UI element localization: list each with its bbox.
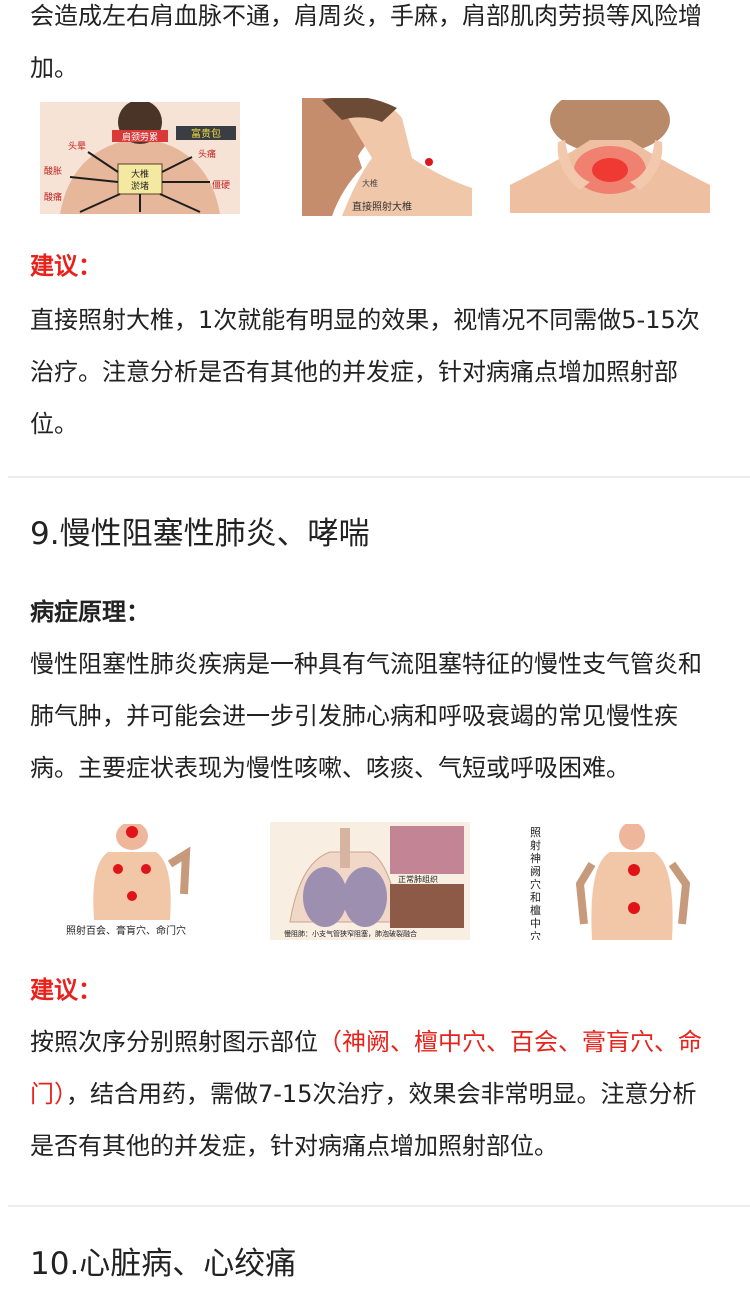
svg-text:大椎: 大椎 xyxy=(362,178,378,188)
svg-text:淤堵: 淤堵 xyxy=(131,180,149,192)
intro-line-1: 会造成左右肩血脉不通，肩周炎，手麻，肩部肌肉劳损等风险增 xyxy=(30,2,702,30)
svg-text:酸痛: 酸痛 xyxy=(44,191,62,203)
svg-text:头晕: 头晕 xyxy=(68,141,86,152)
principle-text: 慢性阻塞性肺炎疾病是一种具有气流阻塞特征的慢性支气管炎和肺气肿，并可能会进一步引… xyxy=(30,650,702,782)
svg-text:酸胀: 酸胀 xyxy=(44,166,62,177)
principle-label: 病症原理： xyxy=(30,598,150,626)
suggest-label-9: 建议： xyxy=(30,976,102,1004)
neck-pain-photo xyxy=(510,100,710,213)
lung-diagram: 正常肺组织 慢阻肺：小支气管狭窄阻塞，肺泡破裂融合 xyxy=(270,822,470,940)
svg-text:肩颈劳累: 肩颈劳累 xyxy=(122,131,158,143)
img-caption-chest: 照射神 阙穴和 檀中穴 xyxy=(530,826,545,940)
suggest-text-9-post: ，结合用药，需做7-15次治疗，效果会非常明显。注意分析是否有其他的并发症，针对… xyxy=(30,1080,697,1160)
suggest-label-prev: 建议： xyxy=(30,252,102,280)
body-text-intro: 会造成左右肩血脉不通，肩周炎，手麻，肩部肌肉劳损等风险增 加。 xyxy=(30,0,720,94)
img-caption-back: 照射百会、膏肓穴、命门穴 xyxy=(66,924,186,937)
img-caption-lung: 慢阻肺：小支气管狭窄阻塞，肺泡破裂融合 xyxy=(284,929,417,938)
suggest-text-9-pre: 按照次序分别照射图示部位 xyxy=(30,1028,318,1056)
suggest-text-9: 按照次序分别照射图示部位（神阙、檀中穴、百会、膏肓穴、命门），结合用药，需做7-… xyxy=(30,1016,720,1172)
divider-1 xyxy=(8,476,750,478)
svg-text:大椎: 大椎 xyxy=(131,168,149,180)
neck-side-photo: 直接照射大椎 大椎 xyxy=(302,98,472,216)
back-acupoint-diagram: 照射百会、膏肓穴、命门穴 xyxy=(66,824,240,940)
suggest-text-prev: 直接照射大椎，1次就能有明显的效果，视情况不同需做5-15次治疗。注意分析是否有… xyxy=(30,306,700,438)
shoulder-pain-diagram: 大椎 淤堵 肩颈劳累 富贵包 头晕 头痛 酸胀 僵硬 酸痛 xyxy=(40,102,240,214)
intro-line-2: 加。 xyxy=(30,54,78,82)
divider-2 xyxy=(8,1205,750,1207)
section-9-title: 9.慢性阻塞性肺炎、哮喘 xyxy=(30,516,370,552)
svg-text:僵硬: 僵硬 xyxy=(212,179,230,191)
img-label-normal-lung: 正常肺组织 xyxy=(398,874,438,884)
svg-text:头痛: 头痛 xyxy=(198,148,216,160)
svg-text:直接照射大椎: 直接照射大椎 xyxy=(352,200,412,213)
svg-text:富贵包: 富贵包 xyxy=(191,127,221,140)
section-10-title: 10.心脏病、心绞痛 xyxy=(30,1246,297,1282)
chest-acupoint-diagram: 照射神 阙穴和 檀中穴 xyxy=(526,824,714,940)
